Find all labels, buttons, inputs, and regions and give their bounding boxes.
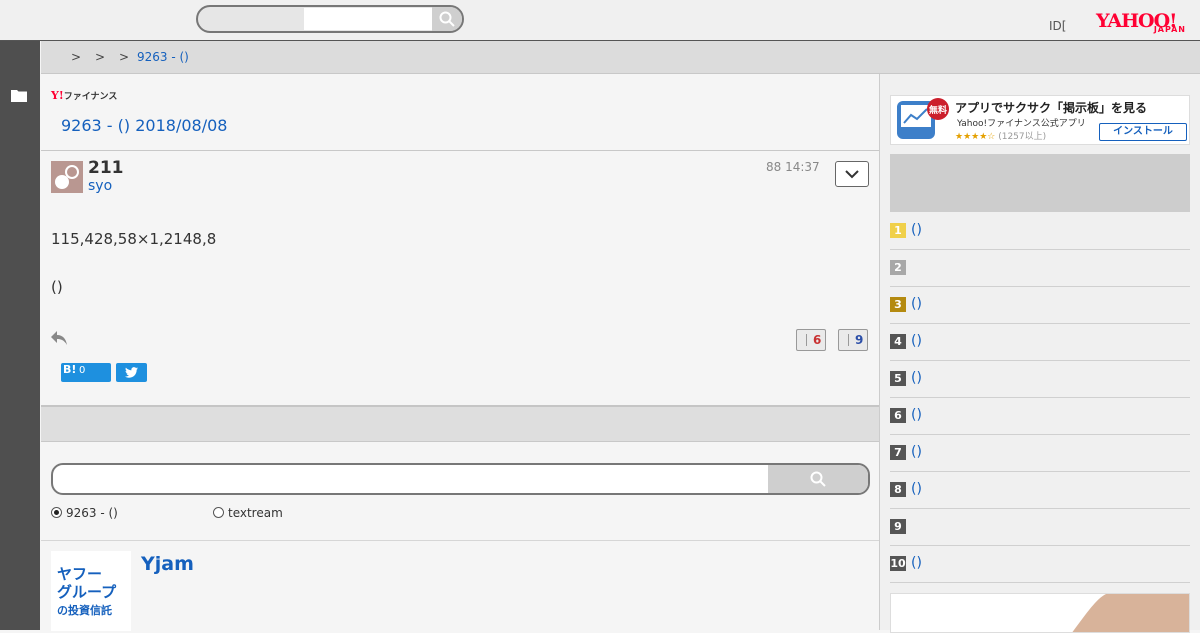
search-scope-option[interactable]: textream — [213, 506, 283, 520]
post-body-line: () — [51, 278, 63, 296]
app-banner-subtitle: Yahoo!ファイナンス公式アプリ — [957, 119, 1086, 129]
rank-badge: 4 — [890, 334, 906, 349]
ranking-item[interactable]: 2 — [890, 250, 1190, 287]
ranking-item[interactable]: 8 () — [890, 472, 1190, 509]
post-number: 211 — [88, 158, 124, 178]
like-button[interactable]: 6 — [796, 329, 826, 351]
app-rating: ★★★★☆ (1257以上) — [955, 129, 1046, 142]
ranking-item-label[interactable]: () — [911, 407, 922, 423]
chevron-down-icon — [845, 169, 859, 178]
promo-title[interactable]: Yjam — [141, 553, 194, 575]
ranking-item-label[interactable]: () — [911, 555, 922, 571]
ranking-item[interactable]: 3 () — [890, 287, 1190, 324]
global-search-input[interactable] — [304, 8, 432, 30]
ranking-item[interactable]: 1 () — [890, 213, 1190, 250]
main-content: Y!ファイナンス 9263 - () 2018/08/08 211 syo 88… — [41, 74, 880, 631]
star-rating-icon: ★★★★☆ — [955, 132, 996, 142]
rank-badge: 5 — [890, 371, 906, 386]
post-body-line: 115,428,58×1,2148,8 — [51, 230, 217, 248]
board-search[interactable] — [51, 463, 870, 495]
yahoo-japan-logo[interactable]: YAHOO! JAPAN — [1096, 10, 1188, 36]
rank-badge: 8 — [890, 482, 906, 497]
ranking-item-label[interactable]: () — [911, 444, 922, 460]
rating-count: (1257以上) — [998, 132, 1047, 142]
search-icon — [439, 11, 455, 27]
app-banner-title: アプリでサクサク「掲示板」を見る — [955, 101, 1148, 115]
ad-illustration — [1072, 594, 1189, 632]
hatena-bookmark-button[interactable]: B! 0 — [61, 363, 111, 382]
post-timestamp: 88 14:37 — [766, 160, 820, 174]
rank-badge: 2 — [890, 260, 906, 275]
ranking-item-label[interactable]: () — [911, 333, 922, 349]
rank-badge: 3 — [890, 297, 906, 312]
ad-image[interactable] — [890, 593, 1190, 633]
ranking-item-label[interactable]: () — [911, 370, 922, 386]
id-login-link[interactable]: ID[ — [1049, 19, 1066, 33]
avatar-icon — [55, 165, 79, 189]
free-badge: 無料 — [927, 98, 949, 120]
yjam-logo[interactable]: ヤフー グループ の投資信託 — [51, 551, 131, 631]
twitter-icon — [125, 367, 138, 378]
sidebar: 無料 アプリでサクサク「掲示板」を見る Yahoo!ファイナンス公式アプリ ★★… — [880, 74, 1200, 633]
search-scope-label: textream — [228, 506, 283, 520]
radio-unselected[interactable] — [213, 507, 224, 518]
rank-badge: 9 — [890, 519, 906, 534]
breadcrumb-current[interactable]: 9263 - () — [137, 50, 189, 64]
yjam-logo-text: グループ — [57, 583, 117, 601]
ranking-item[interactable]: 10 () — [890, 546, 1190, 583]
post-menu-button[interactable] — [835, 161, 869, 187]
yjam-logo-text: の投資信託 — [57, 604, 112, 617]
install-button[interactable]: インストール — [1099, 123, 1187, 141]
ranking-item-label[interactable]: () — [911, 222, 922, 238]
reply-icon[interactable] — [50, 330, 68, 346]
ranking-item[interactable]: 5 () — [890, 361, 1190, 398]
ranking-item[interactable]: 7 () — [890, 435, 1190, 472]
divider — [41, 150, 879, 151]
logo-sub-text: JAPAN — [1153, 25, 1186, 34]
sidebar-placeholder-box — [890, 154, 1190, 212]
section-band — [41, 407, 879, 442]
ranking-item[interactable]: 9 — [890, 509, 1190, 546]
global-search[interactable] — [196, 5, 464, 33]
dislike-button[interactable]: 9 — [838, 329, 868, 351]
breadcrumb: > > > 9263 - () — [41, 41, 1200, 74]
search-icon — [810, 471, 826, 487]
finance-logo-text: ファイナンス — [63, 92, 118, 102]
finance-logo[interactable]: Y!ファイナンス — [51, 89, 117, 102]
breadcrumb-separator: > — [95, 50, 106, 64]
avatar[interactable] — [51, 161, 83, 193]
rank-badge: 1 — [890, 223, 906, 238]
board-search-button[interactable] — [768, 465, 868, 493]
twitter-share-button[interactable] — [116, 363, 147, 382]
vote-divider — [848, 334, 849, 346]
radio-selected[interactable] — [51, 507, 62, 518]
app-banner[interactable]: 無料 アプリでサクサク「掲示板」を見る Yahoo!ファイナンス公式アプリ ★★… — [890, 95, 1190, 145]
left-rail — [0, 41, 40, 630]
vote-divider — [806, 334, 807, 346]
post-username[interactable]: syo — [88, 178, 112, 194]
ranking-item-label[interactable]: () — [911, 481, 922, 497]
rank-badge: 10 — [890, 556, 906, 571]
rank-badge: 6 — [890, 408, 906, 423]
folder-icon[interactable] — [11, 88, 27, 102]
rank-badge: 7 — [890, 445, 906, 460]
thread-title[interactable]: 9263 - () 2018/08/08 — [61, 116, 227, 135]
ranking-item[interactable]: 4 () — [890, 324, 1190, 361]
search-scope-label: 9263 - () — [66, 506, 118, 520]
breadcrumb-separator: > — [71, 50, 82, 64]
hatena-count: 0 — [79, 365, 86, 376]
divider — [41, 540, 879, 541]
finance-logo-mark: Y! — [51, 89, 64, 102]
search-scope-option[interactable]: 9263 - () — [51, 506, 118, 520]
ranking-item[interactable]: 6 () — [890, 398, 1190, 435]
breadcrumb-separator: > — [119, 50, 130, 64]
hatena-label: B! — [63, 363, 77, 376]
ranking-item-label[interactable]: () — [911, 296, 922, 312]
dislike-count: 9 — [855, 333, 864, 347]
global-search-button[interactable] — [432, 7, 462, 31]
like-count: 6 — [813, 333, 822, 347]
top-bar — [0, 0, 1200, 41]
